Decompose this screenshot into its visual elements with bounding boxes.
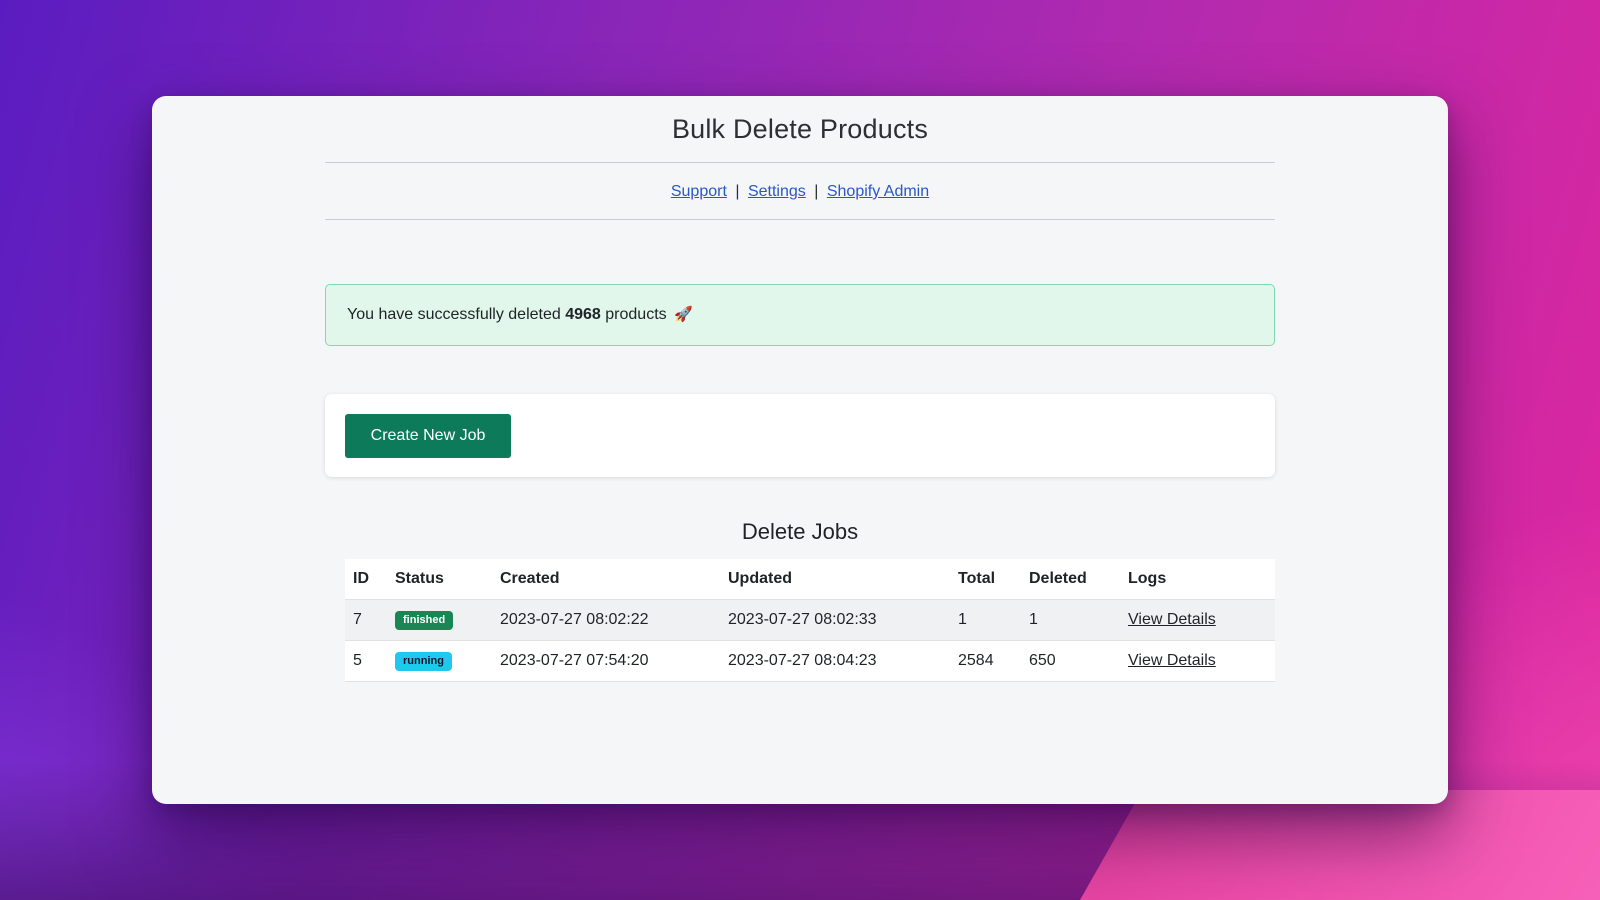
view-details-link[interactable]: View Details [1128, 652, 1216, 669]
banner-text-prefix: You have successfully deleted [347, 306, 561, 323]
jobs-table: ID Status Created Updated Total Deleted … [345, 559, 1275, 682]
job-actions-card: Create New Job [325, 394, 1275, 477]
job-id: 7 [345, 599, 387, 641]
jobs-section-title: Delete Jobs [741, 519, 859, 544]
column-header-updated: Updated [720, 559, 950, 600]
app-window: Bulk Delete Products Support | Settings … [152, 96, 1448, 804]
job-status-cell: finished [387, 599, 492, 641]
job-id: 5 [345, 640, 387, 682]
job-updated: 2023-07-27 08:04:23 [720, 640, 950, 682]
column-header-id: ID [345, 559, 387, 600]
column-header-status: Status [387, 559, 492, 600]
create-new-job-button[interactable]: Create New Job [345, 414, 511, 458]
settings-link[interactable]: Settings [748, 183, 806, 200]
nav-divider [325, 219, 1275, 220]
support-link[interactable]: Support [671, 183, 727, 200]
job-logs-cell: View Details [1120, 640, 1275, 682]
rocket-icon: 🚀 [674, 306, 693, 323]
nav-separator: | [814, 183, 819, 200]
column-header-total: Total [950, 559, 1021, 600]
view-details-link[interactable]: View Details [1128, 611, 1216, 628]
page-title: Bulk Delete Products [671, 114, 929, 144]
column-header-created: Created [492, 559, 720, 600]
table-row: 7 finished 2023-07-27 08:02:22 2023-07-2… [345, 599, 1275, 641]
success-banner: You have successfully deleted 4968 produ… [325, 284, 1275, 346]
status-badge: running [395, 652, 452, 671]
job-deleted: 650 [1021, 640, 1120, 682]
shopify-admin-link[interactable]: Shopify Admin [827, 183, 929, 200]
background-wedge [1080, 790, 1600, 900]
deleted-count: 4968 [565, 306, 601, 323]
job-updated: 2023-07-27 08:02:33 [720, 599, 950, 641]
job-logs-cell: View Details [1120, 599, 1275, 641]
job-created: 2023-07-27 07:54:20 [492, 640, 720, 682]
job-created: 2023-07-27 08:02:22 [492, 599, 720, 641]
app-content: Bulk Delete Products Support | Settings … [325, 96, 1275, 682]
banner-text-suffix: products [605, 306, 667, 323]
table-row: 5 running 2023-07-27 07:54:20 2023-07-27… [345, 640, 1275, 682]
top-nav: Support | Settings | Shopify Admin [325, 163, 1275, 219]
column-header-deleted: Deleted [1021, 559, 1120, 600]
job-total: 2584 [950, 640, 1021, 682]
job-status-cell: running [387, 640, 492, 682]
nav-separator: | [735, 183, 740, 200]
job-total: 1 [950, 599, 1021, 641]
column-header-logs: Logs [1120, 559, 1275, 600]
job-deleted: 1 [1021, 599, 1120, 641]
status-badge: finished [395, 611, 454, 630]
table-header-row: ID Status Created Updated Total Deleted … [345, 559, 1275, 600]
